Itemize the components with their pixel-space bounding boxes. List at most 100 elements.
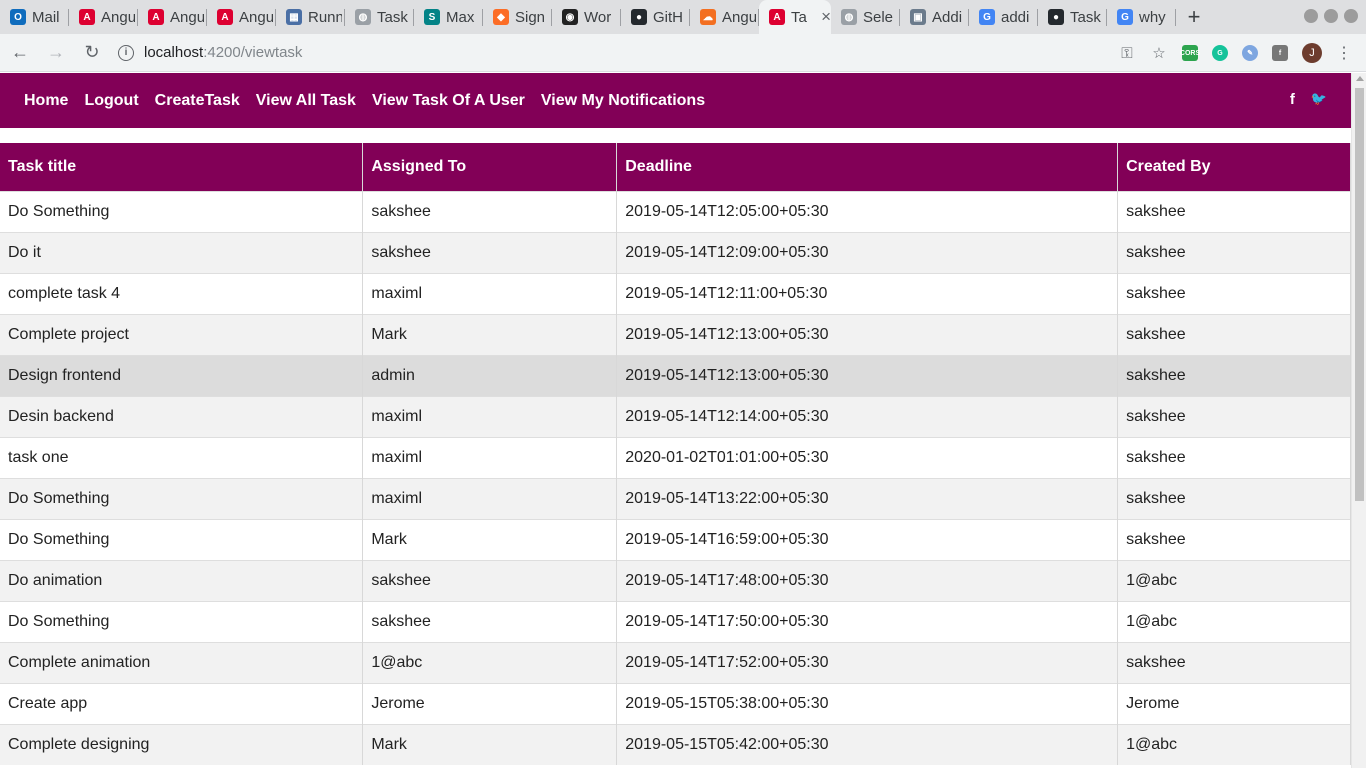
created-by-cell: 1@abc [1117,559,1351,601]
browser-tab[interactable]: ◍ Sele [831,0,900,34]
browser-tab[interactable]: S Max [414,0,483,34]
close-window-button[interactable] [1344,9,1358,23]
table-row[interactable]: Complete designing Mark 2019-05-15T05:42:0… [0,723,1351,765]
table-row[interactable]: Do Something sakshee 2019-05-14T12:05:00+0… [0,190,1351,232]
tab-title: Ta [791,8,807,26]
browser-tab[interactable]: ◍ Task [345,0,414,34]
maximize-button[interactable] [1324,9,1338,23]
info-icon[interactable]: i [118,44,134,61]
browser-toolbar: ← → ↻ i localhost:4200/viewtask ⚿ ☆ CORS… [0,34,1366,72]
column-header: Created By [1117,143,1351,191]
deadline-cell: 2019-05-14T12:13:00+05:30 [616,313,1119,355]
table-row[interactable]: Desin backend maximl 2019-05-14T12:14:00+0… [0,395,1351,437]
deadline-cell: 2019-05-14T12:11:00+05:30 [616,272,1119,314]
browser-tab[interactable]: Gwhy [1107,0,1176,34]
assigned-to-cell: sakshee [362,559,618,601]
browser-tab[interactable]: ◉ Wor [552,0,621,34]
assigned-to-cell: maximl [362,395,618,437]
task-title-cell: Create app [0,682,364,724]
created-by-cell: sakshee [1117,477,1351,519]
table-row[interactable]: Do animation sakshee 2019-05-14T17:48:00+0… [0,559,1351,601]
assigned-to-cell: Mark [362,723,618,765]
assigned-to-cell: sakshee [362,231,618,273]
table-row[interactable]: Design frontend admin 2019-05-14T12:13:00+… [0,354,1351,396]
created-by-cell: sakshee [1117,436,1351,478]
assigned-to-cell: sakshee [362,190,618,232]
menu-icon[interactable]: ⋮ [1336,43,1352,63]
task-title-cell: Do it [0,231,364,273]
table-row[interactable]: complete task 4 maximl 2019-05-14T12:11:00… [0,272,1351,314]
task-title-cell: Complete designing [0,723,364,765]
browser-tab[interactable]: ● Task [1038,0,1107,34]
browser-tab[interactable]: A Angu [207,0,276,34]
browser-tab[interactable]: A Angu [69,0,138,34]
tab-title: Task [377,8,408,26]
table-row[interactable]: Do Something sakshee 2019-05-14T17:50:00+0… [0,600,1351,642]
nav-home[interactable]: Home [24,92,68,110]
browser-tab[interactable]: A Ta × [759,0,831,34]
tab-title: Sign [515,8,546,26]
scrollbar-thumb[interactable] [1355,88,1364,501]
cors-extension-icon[interactable]: CORS [1180,45,1200,61]
reload-icon[interactable]: ↻ [76,37,108,69]
vertical-scrollbar[interactable] [1351,73,1366,768]
angular-icon: A [769,9,785,25]
table-row[interactable]: Complete project Mark 2019-05-14T12:13:00+… [0,313,1351,355]
deadline-cell: 2019-05-15T05:38:00+05:30 [616,682,1119,724]
close-tab-icon[interactable]: × [821,7,831,27]
browser-tab[interactable]: ▦ Runn [276,0,345,34]
created-by-cell: sakshee [1117,354,1351,396]
facebook-extension-icon[interactable]: f [1272,45,1288,61]
nav-view-task-of-user[interactable]: View Task Of A User [372,92,525,110]
browser-tab[interactable]: O Mail [0,0,69,34]
tab-title: Angu [722,8,756,26]
deadline-cell: 2019-05-14T13:22:00+05:30 [616,477,1119,519]
browser-tab[interactable]: ☁ Angu [690,0,759,34]
nav-logout[interactable]: Logout [84,92,138,110]
table-row[interactable]: Do Something maximl 2019-05-14T13:22:00+05… [0,477,1351,519]
gitlab-icon: ◆ [493,9,509,25]
edit-extension-icon[interactable]: ✎ [1242,45,1258,61]
minimize-button[interactable] [1304,9,1318,23]
browser-tab[interactable]: A Angu [138,0,207,34]
table-row[interactable]: Do it sakshee 2019-05-14T12:09:00+05:30 sak… [0,231,1351,273]
task-title-cell: Do Something [0,477,364,519]
task-title-cell: Desin backend [0,395,364,437]
assigned-to-cell: Mark [362,313,618,355]
nav-view-all-task[interactable]: View All Task [256,92,356,110]
tab-title: Angu [101,8,135,26]
task-title-cell: Do Something [0,518,364,560]
browser-tab[interactable]: ▣ Addi [900,0,969,34]
address-bar[interactable]: i localhost:4200/viewtask [118,38,1078,68]
grammarly-extension-icon[interactable]: G [1212,45,1228,61]
deadline-cell: 2019-05-14T16:59:00+05:30 [616,518,1119,560]
nav-create-task[interactable]: CreateTask [155,92,240,110]
task-title-cell: complete task 4 [0,272,364,314]
back-icon[interactable]: ← [4,37,36,69]
new-tab-button[interactable]: + [1176,0,1212,34]
tab-title: Task [1070,8,1101,26]
table-row[interactable]: Do Something Mark 2019-05-14T16:59:00+05:3… [0,518,1351,560]
table-row[interactable]: task one maximl 2020-01-02T01:01:00+05:30 s… [0,436,1351,478]
twitter-icon[interactable]: 🐦 [1311,91,1327,108]
table-row[interactable]: Create app Jerome 2019-05-15T05:38:00+05:3… [0,682,1351,724]
globe-icon: ◍ [841,9,857,25]
tab-title: Mail [32,8,60,26]
facebook-icon[interactable]: f [1290,91,1295,108]
nav-view-notifications[interactable]: View My Notifications [541,92,705,110]
created-by-cell: sakshee [1117,313,1351,355]
table-row[interactable]: Complete animation 1@abc 2019-05-14T17:52:… [0,641,1351,683]
key-icon[interactable]: ⚿ [1118,44,1136,62]
scroll-up-icon[interactable] [1356,76,1364,81]
deadline-cell: 2019-05-14T12:05:00+05:30 [616,190,1119,232]
browser-tab[interactable]: Gaddi [969,0,1038,34]
column-header: Deadline [616,143,1119,191]
deadline-cell: 2019-05-14T17:50:00+05:30 [616,600,1119,642]
bookmark-star-icon[interactable]: ☆ [1150,44,1168,62]
browser-tab[interactable]: ● GitH [621,0,690,34]
forward-icon[interactable]: → [40,37,72,69]
angular-icon: A [148,9,164,25]
profile-avatar[interactable]: J [1302,43,1322,63]
created-by-cell: sakshee [1117,518,1351,560]
browser-tab[interactable]: ◆ Sign [483,0,552,34]
